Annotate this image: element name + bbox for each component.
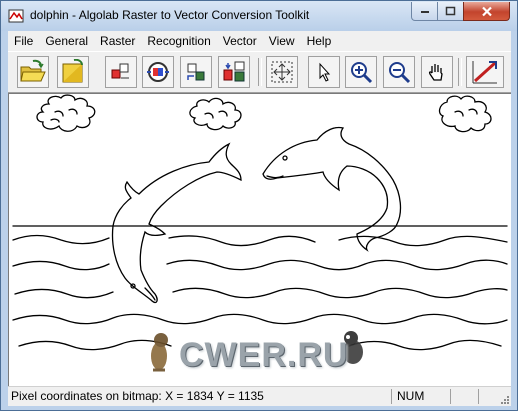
minimize-icon: [420, 11, 429, 13]
resize-grip-icon[interactable]: [498, 393, 510, 405]
vector-edit-icon: [187, 63, 205, 81]
maximize-icon: [445, 6, 456, 16]
toolbar: [8, 51, 511, 93]
recognition-icon: [147, 62, 169, 82]
status-bar: Pixel coordinates on bitmap: X = 1834 Y …: [8, 386, 511, 406]
window-title: dolphin - Algolab Raster to Vector Conve…: [30, 8, 310, 22]
minimize-button[interactable]: [411, 2, 438, 21]
dolphin-left: [111, 142, 242, 304]
hand-pan-icon: [428, 64, 443, 81]
convert-button[interactable]: [218, 56, 250, 88]
convert-icon: [223, 61, 245, 82]
menu-recognition[interactable]: Recognition: [141, 34, 216, 48]
menu-general[interactable]: General: [39, 34, 94, 48]
status-divider: [391, 389, 392, 404]
dolphin-right: [262, 126, 402, 252]
zoom-in-button[interactable]: [345, 56, 377, 88]
menu-bar: File General Raster Recognition Vector V…: [8, 31, 511, 51]
wave-row: [12, 259, 508, 271]
wave-row: [12, 313, 508, 325]
pan-button[interactable]: [421, 56, 453, 88]
pointer-icon: [319, 62, 331, 82]
cloud-right: [438, 95, 492, 133]
toolbar-separator: [258, 58, 262, 86]
status-num-indicator: NUM: [397, 389, 425, 403]
wave-row: [14, 287, 508, 299]
watermark-text: CWER.RU: [179, 336, 349, 374]
menu-raster[interactable]: Raster: [94, 34, 141, 48]
recognition-button[interactable]: [142, 56, 174, 88]
save-button[interactable]: [57, 56, 89, 88]
cloud-middle: [189, 97, 242, 131]
app-icon[interactable]: [8, 8, 24, 24]
close-button[interactable]: [463, 2, 510, 21]
drawing-canvas[interactable]: CWER.RU: [8, 93, 511, 386]
status-divider: [478, 389, 479, 404]
app-window: dolphin - Algolab Raster to Vector Conve…: [0, 0, 518, 411]
maximize-button[interactable]: [437, 2, 464, 21]
wave-row: [12, 234, 508, 247]
toolbar-separator: [458, 58, 462, 86]
vector-button[interactable]: [180, 56, 212, 88]
pointer-button[interactable]: [308, 56, 340, 88]
menu-file[interactable]: File: [8, 34, 39, 48]
menu-vector[interactable]: Vector: [217, 34, 263, 48]
save-icon: [62, 59, 83, 83]
title-bar[interactable]: dolphin - Algolab Raster to Vector Conve…: [1, 1, 517, 31]
raster-button[interactable]: [105, 56, 137, 88]
zoom-out-icon: [389, 62, 411, 84]
close-icon: [481, 6, 492, 16]
open-button[interactable]: [17, 56, 49, 88]
line-tool-icon: [472, 61, 497, 84]
menu-view[interactable]: View: [263, 34, 301, 48]
cloud-left: [36, 94, 96, 132]
status-coordinates: Pixel coordinates on bitmap: X = 1834 Y …: [11, 389, 264, 403]
open-folder-icon: [20, 59, 46, 82]
status-divider: [450, 389, 451, 404]
line-tool-button[interactable]: [466, 56, 504, 88]
menu-help[interactable]: Help: [301, 34, 338, 48]
zoom-out-button[interactable]: [383, 56, 415, 88]
fit-to-window-icon: [271, 61, 293, 83]
fit-window-button[interactable]: [266, 56, 298, 88]
raster-to-vector-icon: [111, 63, 129, 79]
zoom-in-icon: [351, 62, 373, 84]
